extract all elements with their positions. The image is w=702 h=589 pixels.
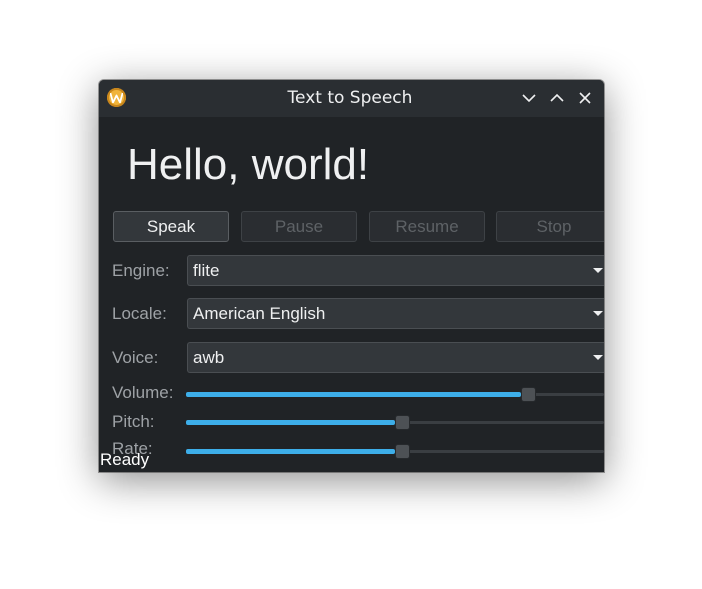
resume-button[interactable]: Resume	[369, 211, 485, 242]
chevron-up-icon	[550, 93, 564, 102]
dropdown-arrow-icon	[593, 268, 603, 273]
voice-combobox[interactable]: awb	[187, 342, 604, 373]
dropdown-arrow-icon	[593, 311, 603, 316]
pitch-label: Pitch:	[112, 412, 155, 431]
title-bar[interactable]: Text to Speech	[99, 80, 604, 117]
close-button[interactable]	[576, 89, 594, 107]
engine-value: flite	[193, 261, 220, 280]
voice-value: awb	[193, 348, 225, 367]
stop-button[interactable]: Stop	[496, 211, 604, 242]
maximize-button[interactable]	[548, 89, 566, 107]
dropdown-arrow-icon	[593, 355, 603, 360]
slider-fill	[186, 449, 395, 454]
engine-label: Engine:	[112, 261, 170, 280]
locale-label: Locale:	[112, 304, 167, 323]
slider-handle[interactable]	[395, 444, 410, 459]
locale-combobox[interactable]: American English	[187, 298, 604, 329]
chevron-down-icon	[522, 94, 536, 103]
text-to-speech-window: Text to Speech Hello, world! Speak Pause…	[99, 80, 604, 472]
slider-fill	[186, 420, 395, 425]
rate-slider[interactable]	[186, 444, 604, 460]
slider-fill	[186, 392, 521, 397]
close-icon	[579, 92, 591, 104]
slider-handle[interactable]	[395, 415, 410, 430]
speech-text[interactable]: Hello, world!	[127, 140, 369, 190]
slider-handle[interactable]	[521, 387, 536, 402]
minimize-button[interactable]	[520, 89, 538, 107]
speak-button[interactable]: Speak	[113, 211, 229, 242]
pitch-slider[interactable]	[186, 415, 604, 431]
engine-combobox[interactable]: flite	[187, 255, 604, 286]
main-content: Hello, world! Speak Pause Resume Stop En…	[99, 117, 604, 472]
volume-slider[interactable]	[186, 387, 604, 403]
locale-value: American English	[193, 304, 326, 323]
pause-button[interactable]: Pause	[241, 211, 357, 242]
volume-label: Volume:	[112, 383, 174, 402]
voice-label: Voice:	[112, 348, 159, 367]
status-bar-text: Ready	[100, 450, 150, 469]
